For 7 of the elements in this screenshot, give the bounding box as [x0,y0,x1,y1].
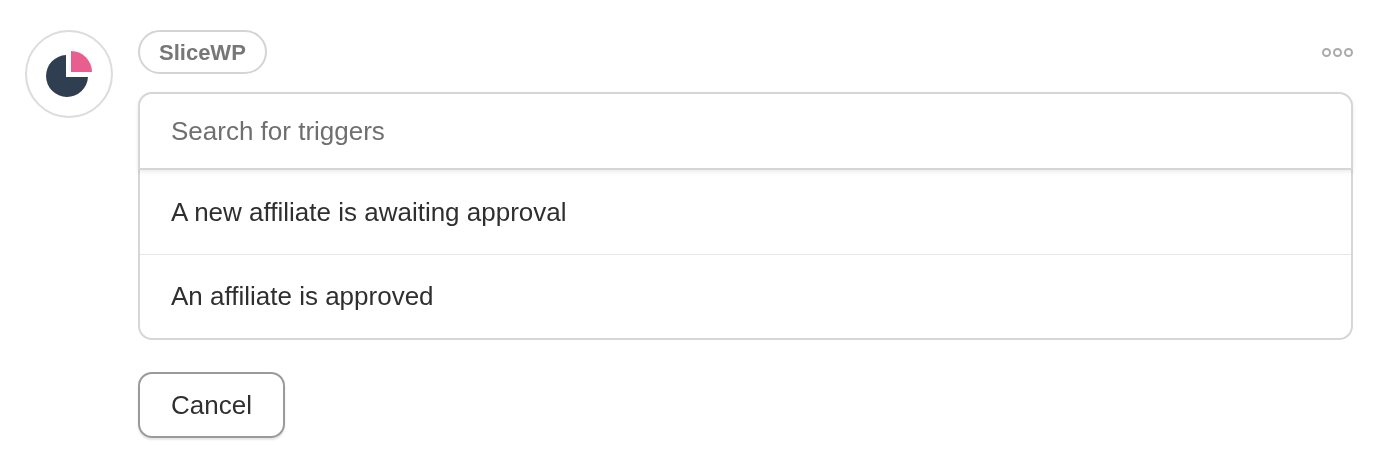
search-field[interactable]: Search for triggers [138,92,1353,170]
trigger-option[interactable]: A new affiliate is awaiting approval [140,170,1351,254]
app-badge: SliceWP [138,30,267,74]
trigger-option[interactable]: An affiliate is approved [140,254,1351,338]
pie-chart-icon [44,49,94,99]
more-options-icon[interactable] [1322,47,1353,57]
cancel-button[interactable]: Cancel [138,372,285,438]
